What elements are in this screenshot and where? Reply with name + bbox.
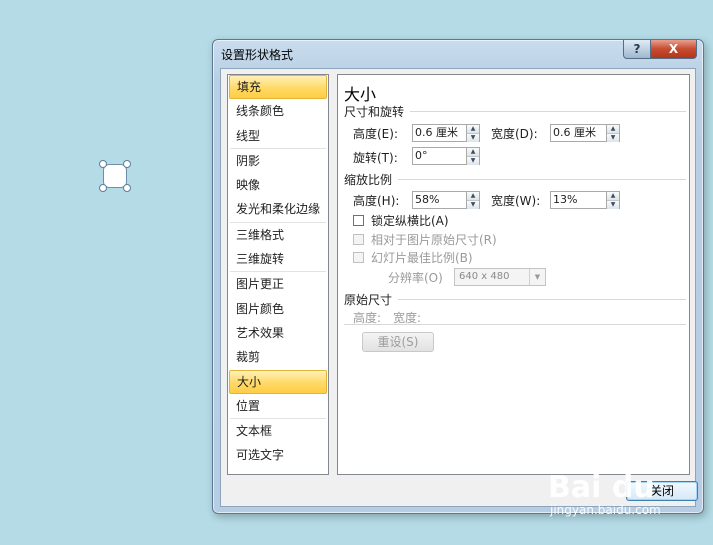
rotation-label: 旋转(T): <box>353 151 398 165</box>
spin-up-icon[interactable]: ▲ <box>467 148 479 156</box>
nav-item-size[interactable]: 大小 <box>229 369 327 394</box>
rotation-spinner[interactable]: 0° ▲ ▼ <box>412 147 480 165</box>
watermark: Bai du jingyan.baidu.com <box>548 470 661 517</box>
height-label: 高度(E): <box>353 127 398 141</box>
height-spinner[interactable]: 0.6 厘米 ▲ ▼ <box>412 124 480 142</box>
spin-down-icon[interactable]: ▼ <box>467 133 479 142</box>
nav-item-line-color[interactable]: 线条颜色 <box>229 99 327 123</box>
dialog-client-area: 填充 线条颜色 线型 阴影 映像 发光和柔化边缘 三维格式 三维旋转 图片更正 … <box>220 68 698 507</box>
spin-up-icon[interactable]: ▲ <box>467 192 479 200</box>
nav-item-artistic-effects[interactable]: 艺术效果 <box>229 321 327 345</box>
scale-height-input[interactable]: 58% <box>412 191 466 209</box>
chevron-down-icon[interactable]: ▼ <box>529 269 545 285</box>
watermark-site: jingyan.baidu.com <box>550 503 661 517</box>
width-label: 宽度(D): <box>491 127 538 141</box>
width-spinner[interactable]: 0.6 厘米 ▲ ▼ <box>550 124 620 142</box>
resolution-select[interactable]: 640 x 480 ▼ <box>454 268 546 286</box>
title-bar-buttons: ? X <box>623 40 697 59</box>
lock-aspect-label[interactable]: 锁定纵横比(A) <box>371 212 449 229</box>
width-input[interactable]: 0.6 厘米 <box>550 124 606 142</box>
group-divider <box>344 324 686 325</box>
spin-down-icon[interactable]: ▼ <box>607 133 619 142</box>
baidu-logo: Bai du <box>548 470 655 505</box>
resize-handle-bottom-left[interactable] <box>99 184 107 192</box>
spin-up-icon[interactable]: ▲ <box>607 125 619 133</box>
nav-item-line-style[interactable]: 线型 <box>229 124 327 148</box>
resize-handle-bottom-right[interactable] <box>123 184 131 192</box>
relative-original-label: 相对于图片原始尺寸(R) <box>371 233 497 247</box>
nav-item-picture-corrections[interactable]: 图片更正 <box>229 272 327 296</box>
resize-handle-top-left[interactable] <box>99 160 107 168</box>
rotation-input[interactable]: 0° <box>412 147 466 165</box>
nav-item-text-box[interactable]: 文本框 <box>229 419 327 443</box>
best-scale-checkbox[interactable] <box>353 252 364 263</box>
best-scale-label: 幻灯片最佳比例(B) <box>371 251 473 265</box>
nav-item-picture-color[interactable]: 图片颜色 <box>229 297 327 321</box>
resize-handle-top-right[interactable] <box>123 160 131 168</box>
resolution-label: 分辨率(O) <box>388 271 443 285</box>
reset-button[interactable]: 重设(S) <box>362 332 434 352</box>
format-shape-dialog: 设置形状格式 ? X 填充 线条颜色 线型 阴影 映像 发光和柔化边缘 三维格式… <box>212 39 704 514</box>
scale-width-input[interactable]: 13% <box>550 191 606 209</box>
scale-height-label: 高度(H): <box>353 194 400 208</box>
resolution-value: 640 x 480 <box>459 271 510 282</box>
nav-item-glow-soft-edges[interactable]: 发光和柔化边缘 <box>229 197 327 221</box>
group-divider <box>398 179 686 180</box>
group-original-size: 原始尺寸 <box>344 293 393 307</box>
spin-down-icon[interactable]: ▼ <box>607 200 619 209</box>
scale-width-spinner[interactable]: 13% ▲ ▼ <box>550 191 620 209</box>
relative-original-checkbox[interactable] <box>353 234 364 245</box>
spin-up-icon[interactable]: ▲ <box>467 125 479 133</box>
spin-down-icon[interactable]: ▼ <box>467 156 479 165</box>
group-divider <box>410 111 686 112</box>
close-icon: X <box>668 42 679 56</box>
spin-up-icon[interactable]: ▲ <box>607 192 619 200</box>
nav-item-alt-text[interactable]: 可选文字 <box>229 443 327 467</box>
help-button[interactable]: ? <box>623 40 651 59</box>
nav-item-crop[interactable]: 裁剪 <box>229 345 327 369</box>
scale-height-spinner[interactable]: 58% ▲ ▼ <box>412 191 480 209</box>
dialog-title: 设置形状格式 <box>221 48 294 62</box>
scale-width-label: 宽度(W): <box>491 194 541 208</box>
group-size-rotate: 尺寸和旋转 <box>344 105 405 119</box>
nav-item-shadow[interactable]: 阴影 <box>229 149 327 173</box>
nav-item-3d-format[interactable]: 三维格式 <box>229 223 327 247</box>
lock-aspect-checkbox[interactable] <box>353 215 364 226</box>
selected-shape[interactable] <box>99 160 131 192</box>
spin-down-icon[interactable]: ▼ <box>467 200 479 209</box>
category-list: 填充 线条颜色 线型 阴影 映像 发光和柔化边缘 三维格式 三维旋转 图片更正 … <box>227 74 329 475</box>
panel-heading: 大小 <box>344 85 377 104</box>
help-icon: ? <box>633 42 641 56</box>
nav-item-fill[interactable]: 填充 <box>229 75 327 100</box>
group-divider <box>398 299 686 300</box>
nav-item-position[interactable]: 位置 <box>229 394 327 418</box>
group-scale: 缩放比例 <box>344 173 393 187</box>
nav-item-3d-rotation[interactable]: 三维旋转 <box>229 247 327 271</box>
nav-item-reflection[interactable]: 映像 <box>229 173 327 197</box>
height-input[interactable]: 0.6 厘米 <box>412 124 466 142</box>
window-close-button[interactable]: X <box>651 40 697 59</box>
size-panel: 大小 尺寸和旋转 高度(E): 0.6 厘米 ▲ ▼ 宽度(D): 0.6 厘米 … <box>337 74 690 475</box>
